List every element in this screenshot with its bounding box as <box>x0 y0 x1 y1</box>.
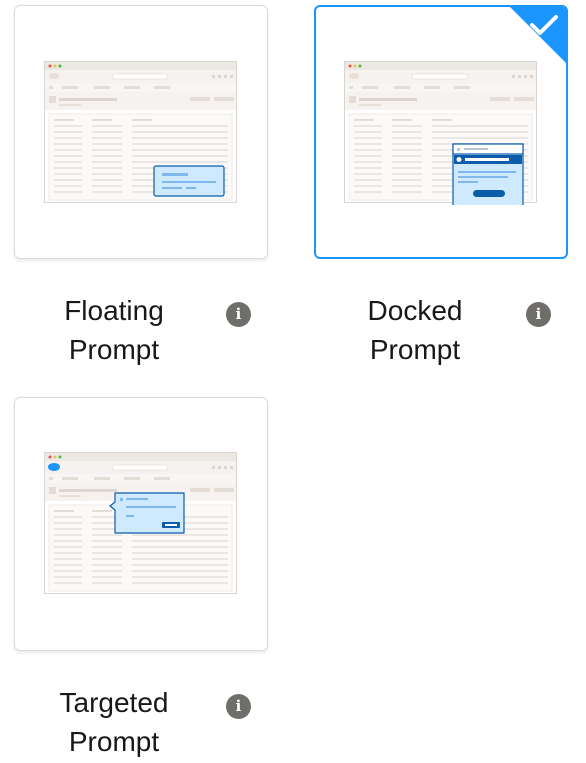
floating-prompt-thumbnail <box>44 61 237 203</box>
selected-checkmark-icon <box>510 7 566 63</box>
targeted-prompt-info-icon[interactable]: i <box>226 694 251 719</box>
targeted-prompt-thumbnail <box>44 452 237 594</box>
floating-prompt-card[interactable] <box>14 5 268 259</box>
targeted-prompt-label: Targeted Prompt <box>59 687 169 757</box>
floating-prompt-info-icon[interactable]: i <box>226 302 251 327</box>
docked-prompt-info-icon[interactable]: i <box>526 302 551 327</box>
targeted-prompt-card[interactable] <box>14 397 268 651</box>
docked-prompt-thumbnail <box>344 61 537 205</box>
floating-prompt-label: Floating Prompt <box>64 295 164 365</box>
docked-prompt-label: Docked Prompt <box>367 295 463 365</box>
docked-prompt-card[interactable] <box>314 5 568 259</box>
